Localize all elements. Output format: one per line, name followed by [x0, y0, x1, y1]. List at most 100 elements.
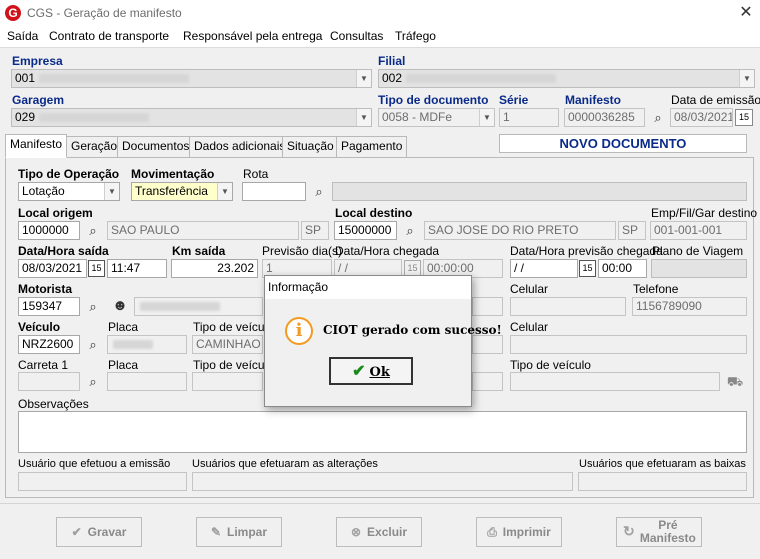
excluir-button[interactable]: ⊗ Excluir: [336, 517, 422, 547]
divider: [0, 47, 760, 48]
veiculo-field[interactable]: NRZ2600: [18, 335, 80, 354]
tab-documentos[interactable]: Documentos: [117, 136, 195, 157]
chevron-down-icon: ▼: [356, 109, 371, 126]
motorista-name: [134, 297, 263, 316]
status-banner: NOVO DOCUMENTO: [499, 134, 747, 153]
telefone-label: Telefone: [633, 282, 679, 296]
emp-fil-gar-field: 001-001-001: [650, 221, 747, 240]
tab-pagamento[interactable]: Pagamento: [336, 136, 408, 157]
tab-manifesto[interactable]: Manifesto: [5, 134, 68, 158]
menu-saida[interactable]: Saída: [7, 29, 38, 43]
menu-contrato-transporte[interactable]: Contrato de transporte: [49, 29, 169, 43]
dialog-title: Informação: [265, 276, 471, 299]
usuarios-baixas-field: [578, 472, 747, 491]
tab-dados-adicionais[interactable]: Dados adicionais: [189, 136, 291, 157]
manifesto-field[interactable]: 0000036285: [564, 108, 645, 127]
tipo-veiculo2-label: Tipo de veículo: [193, 358, 274, 372]
tab-situacao[interactable]: Situação: [282, 136, 339, 157]
data-saida-field[interactable]: 08/03/2021: [18, 259, 87, 278]
close-icon[interactable]: ✕: [736, 3, 756, 23]
binoculars-icon[interactable]: ⌕: [82, 221, 104, 241]
binoculars-icon[interactable]: ⌕: [82, 372, 104, 392]
data-chegada-label: Data/Hora chegada: [335, 244, 440, 258]
empresa-label: Empresa: [12, 54, 63, 68]
placa2-field: [107, 372, 187, 391]
serie-field[interactable]: 1: [499, 108, 559, 127]
chevron-down-icon: ▼: [356, 70, 371, 87]
usuarios-alteracoes-field: [192, 472, 573, 491]
window-title: CGS - Geração de manifesto: [27, 6, 182, 20]
data-prev-chegada-field[interactable]: / /: [510, 259, 578, 278]
rota-field[interactable]: [242, 182, 306, 201]
binoculars-icon[interactable]: ⌕: [82, 297, 104, 317]
check-icon: ✔: [352, 361, 366, 380]
motorista-extra: [472, 297, 503, 316]
tipo-documento-select[interactable]: 0058 - MDFe ▼: [378, 108, 495, 127]
local-destino-code[interactable]: 15000000: [334, 221, 397, 240]
hora-prev-chegada-field[interactable]: 00:00: [598, 259, 647, 278]
usuarios-baixas-label: Usuários que efetuaram as baixas: [579, 458, 746, 470]
tipo-documento-label: Tipo de documento: [378, 93, 489, 107]
celular2-field: [510, 335, 747, 354]
usuario-emissao-label: Usuário que efetuou a emissão: [18, 458, 171, 470]
garagem-select[interactable]: 029 ▼: [11, 108, 372, 127]
hora-saida-field[interactable]: 11:47: [107, 259, 167, 278]
data-saida-label: Data/Hora saída: [18, 244, 109, 258]
serie-label: Série: [499, 93, 529, 107]
info-icon: i: [285, 317, 313, 345]
placa-field: [107, 335, 187, 354]
local-destino-label: Local destino: [335, 206, 413, 220]
plano-viagem-label: Plano de Viagem: [652, 244, 744, 258]
trash-icon: ⊗: [350, 525, 362, 539]
manifesto-label: Manifesto: [565, 93, 622, 107]
previsao-label: Previsão dia(s): [262, 244, 343, 258]
placa2-label: Placa: [108, 358, 139, 372]
tipo-operacao-select[interactable]: Lotação ▼: [18, 182, 120, 201]
observacoes-textarea[interactable]: [18, 411, 747, 453]
binoculars-icon[interactable]: ⌕: [647, 108, 669, 128]
rota-label: Rota: [243, 167, 269, 181]
local-origem-code[interactable]: 1000000: [18, 221, 80, 240]
calendar-icon[interactable]: 15: [735, 109, 753, 126]
carreta-field[interactable]: [18, 372, 80, 391]
observacoes-label: Observações: [18, 397, 89, 411]
km-saida-field[interactable]: 23.202: [171, 259, 258, 278]
binoculars-icon[interactable]: ⌕: [82, 335, 104, 355]
empresa-select[interactable]: 001 ▼: [11, 69, 372, 88]
telefone-field: 1156789090: [632, 297, 747, 316]
imprimir-button[interactable]: ⎙ Imprimir: [476, 517, 562, 547]
motorista-field[interactable]: 159347: [18, 297, 80, 316]
check-icon: ✔: [71, 525, 82, 539]
app-logo-icon: G: [5, 5, 21, 21]
info-dialog: Informação i CIOT gerado com sucesso! ✔ O…: [264, 275, 502, 407]
celular-label: Celular: [510, 282, 549, 296]
ok-button[interactable]: ✔ Ok: [329, 357, 413, 385]
dialog-body: i CIOT gerado com sucesso! ✔ Ok: [265, 299, 502, 406]
menu-responsavel-entrega[interactable]: Responsável pela entrega: [183, 29, 322, 43]
dialog-message: CIOT gerado com sucesso!: [323, 323, 502, 337]
menu-trafego[interactable]: Tráfego: [395, 29, 436, 43]
local-origem-label: Local origem: [18, 206, 93, 220]
pre-manifesto-button[interactable]: ↻ Pré Manifesto: [616, 517, 702, 547]
truck-icon[interactable]: ⛟: [724, 372, 746, 392]
binoculars-icon[interactable]: ⌕: [308, 182, 330, 202]
chevron-down-icon: ▼: [104, 183, 119, 200]
limpar-button[interactable]: ✎ Limpar: [196, 517, 282, 547]
veiculo-label: Veículo: [18, 320, 61, 334]
tipo-veiculo-field: CAMINHAO TI: [192, 335, 263, 354]
data-emissao-field[interactable]: 08/03/2021: [670, 108, 733, 127]
movimentacao-select[interactable]: Transferência ▼: [131, 182, 233, 201]
driver-icon[interactable]: ☻: [109, 296, 131, 316]
calendar-icon[interactable]: 15: [579, 260, 596, 277]
tab-geracao[interactable]: Geração: [66, 136, 123, 157]
carreta-label: Carreta 1: [18, 358, 69, 372]
chevron-down-icon: ▼: [217, 183, 232, 200]
gravar-button[interactable]: ✔ Gravar: [56, 517, 142, 547]
local-destino-city: SAO JOSE DO RIO PRETO: [424, 221, 616, 240]
menu-consultas[interactable]: Consultas: [330, 29, 383, 43]
filial-select[interactable]: 002 ▼: [378, 69, 755, 88]
binoculars-icon[interactable]: ⌕: [399, 221, 421, 241]
garagem-label: Garagem: [12, 93, 65, 107]
tipo-veiculo-label: Tipo de veículo: [193, 320, 274, 334]
calendar-icon[interactable]: 15: [88, 260, 105, 277]
